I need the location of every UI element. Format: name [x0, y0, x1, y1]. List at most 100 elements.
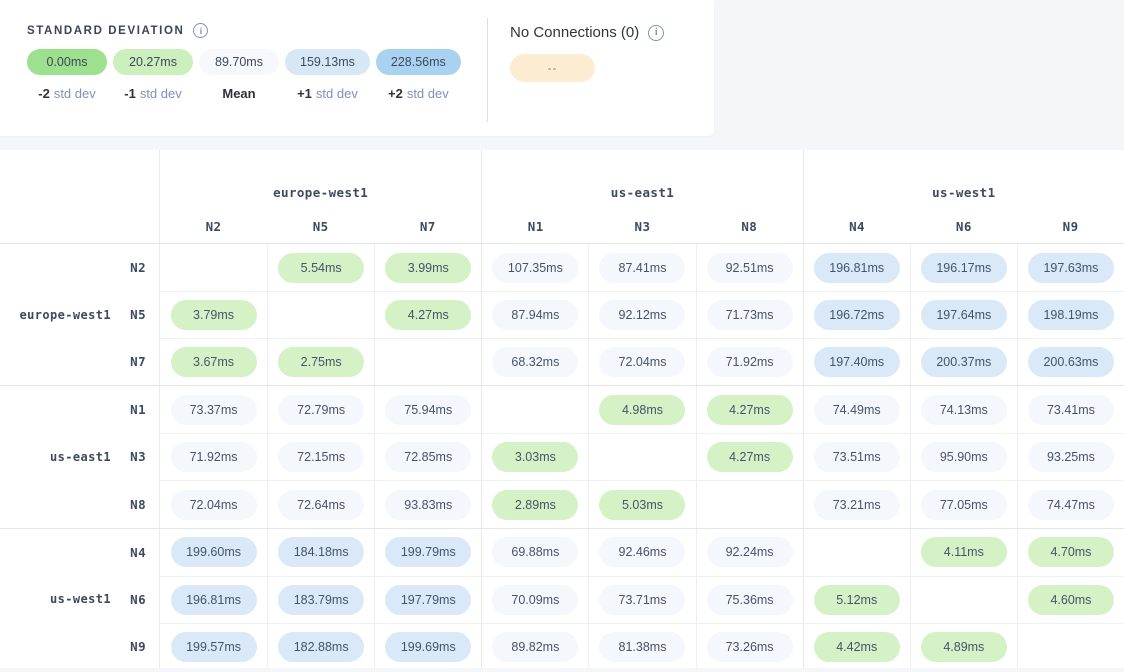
latency-cell[interactable]: 93.83ms [374, 480, 481, 527]
latency-cell[interactable]: 4.42ms [803, 623, 910, 668]
latency-pill[interactable]: 196.17ms [921, 253, 1007, 283]
self-latency-cell[interactable] [910, 576, 1017, 623]
latency-pill[interactable]: 72.04ms [171, 490, 257, 520]
latency-cell[interactable]: 197.64ms [910, 291, 1017, 338]
latency-pill[interactable]: 73.41ms [1028, 395, 1114, 425]
latency-pill[interactable]: 73.21ms [814, 490, 900, 520]
self-latency-cell[interactable] [1017, 623, 1124, 668]
latency-cell[interactable]: 72.04ms [160, 480, 267, 527]
latency-pill[interactable]: 197.40ms [814, 347, 900, 377]
latency-cell[interactable]: 4.60ms [1017, 576, 1124, 623]
latency-cell[interactable]: 71.92ms [696, 338, 803, 385]
latency-pill[interactable]: 199.60ms [171, 537, 257, 567]
latency-pill[interactable]: 81.38ms [599, 632, 685, 662]
latency-cell[interactable]: 73.26ms [696, 623, 803, 668]
latency-pill[interactable]: 182.88ms [278, 632, 364, 662]
latency-cell[interactable]: 72.85ms [374, 433, 481, 480]
latency-cell[interactable]: 93.25ms [1017, 433, 1124, 480]
latency-cell[interactable]: 68.32ms [481, 338, 588, 385]
latency-cell[interactable]: 107.35ms [481, 244, 588, 291]
latency-pill[interactable]: 4.27ms [707, 395, 793, 425]
latency-cell[interactable]: 75.36ms [696, 576, 803, 623]
latency-cell[interactable]: 197.79ms [374, 576, 481, 623]
latency-cell[interactable]: 4.98ms [588, 386, 695, 433]
latency-pill[interactable]: 183.79ms [278, 585, 364, 615]
self-latency-cell[interactable] [803, 529, 910, 576]
latency-cell[interactable]: 87.41ms [588, 244, 695, 291]
latency-cell[interactable]: 77.05ms [910, 480, 1017, 527]
latency-pill[interactable]: 72.85ms [385, 442, 471, 472]
latency-cell[interactable]: 72.15ms [267, 433, 374, 480]
latency-cell[interactable]: 95.90ms [910, 433, 1017, 480]
latency-cell[interactable]: 92.24ms [696, 529, 803, 576]
info-icon[interactable]: i [193, 23, 208, 38]
self-latency-cell[interactable] [160, 244, 267, 291]
latency-cell[interactable]: 89.82ms [481, 623, 588, 668]
latency-pill[interactable]: 197.79ms [385, 585, 471, 615]
latency-cell[interactable]: 183.79ms [267, 576, 374, 623]
latency-pill[interactable]: 75.94ms [385, 395, 471, 425]
latency-cell[interactable]: 73.21ms [803, 480, 910, 527]
latency-cell[interactable]: 92.46ms [588, 529, 695, 576]
latency-pill[interactable]: 196.81ms [171, 585, 257, 615]
latency-cell[interactable]: 73.41ms [1017, 386, 1124, 433]
latency-pill[interactable]: 3.03ms [492, 442, 578, 472]
latency-cell[interactable]: 87.94ms [481, 291, 588, 338]
latency-pill[interactable]: 4.70ms [1028, 537, 1114, 567]
latency-cell[interactable]: 73.71ms [588, 576, 695, 623]
latency-pill[interactable]: 92.12ms [599, 300, 685, 330]
latency-pill[interactable]: 3.67ms [171, 347, 257, 377]
latency-pill[interactable]: 200.37ms [921, 347, 1007, 377]
latency-cell[interactable]: 81.38ms [588, 623, 695, 668]
latency-pill[interactable]: 5.54ms [278, 253, 364, 283]
latency-pill[interactable]: 196.81ms [814, 253, 900, 283]
latency-cell[interactable]: 199.57ms [160, 623, 267, 668]
latency-cell[interactable]: 73.51ms [803, 433, 910, 480]
latency-pill[interactable]: 5.03ms [599, 490, 685, 520]
latency-pill[interactable]: 72.04ms [599, 347, 685, 377]
latency-cell[interactable]: 200.63ms [1017, 338, 1124, 385]
latency-pill[interactable]: 4.27ms [385, 300, 471, 330]
latency-pill[interactable]: 95.90ms [921, 442, 1007, 472]
latency-cell[interactable]: 72.64ms [267, 480, 374, 527]
latency-pill[interactable]: 71.92ms [171, 442, 257, 472]
latency-pill[interactable]: 92.51ms [707, 253, 793, 283]
latency-pill[interactable]: 3.79ms [171, 300, 257, 330]
latency-cell[interactable]: 4.27ms [696, 433, 803, 480]
latency-pill[interactable]: 4.98ms [599, 395, 685, 425]
self-latency-cell[interactable] [588, 433, 695, 480]
latency-pill[interactable]: 72.15ms [278, 442, 364, 472]
latency-cell[interactable]: 197.40ms [803, 338, 910, 385]
latency-pill[interactable]: 199.79ms [385, 537, 471, 567]
latency-cell[interactable]: 74.49ms [803, 386, 910, 433]
latency-cell[interactable]: 4.27ms [374, 291, 481, 338]
latency-cell[interactable]: 196.72ms [803, 291, 910, 338]
latency-cell[interactable]: 3.99ms [374, 244, 481, 291]
latency-cell[interactable]: 72.79ms [267, 386, 374, 433]
latency-pill[interactable]: 107.35ms [492, 253, 578, 283]
latency-pill[interactable]: 197.63ms [1028, 253, 1114, 283]
latency-pill[interactable]: 199.57ms [171, 632, 257, 662]
latency-pill[interactable]: 69.88ms [492, 537, 578, 567]
latency-cell[interactable]: 3.03ms [481, 433, 588, 480]
latency-cell[interactable]: 74.47ms [1017, 480, 1124, 527]
latency-pill[interactable]: 2.89ms [492, 490, 578, 520]
latency-cell[interactable]: 184.18ms [267, 529, 374, 576]
latency-pill[interactable]: 4.27ms [707, 442, 793, 472]
latency-cell[interactable]: 92.51ms [696, 244, 803, 291]
latency-pill[interactable]: 4.42ms [814, 632, 900, 662]
latency-cell[interactable]: 75.94ms [374, 386, 481, 433]
latency-cell[interactable]: 2.89ms [481, 480, 588, 527]
latency-pill[interactable]: 92.24ms [707, 537, 793, 567]
latency-pill[interactable]: 71.92ms [707, 347, 793, 377]
latency-pill[interactable]: 71.73ms [707, 300, 793, 330]
latency-cell[interactable]: 2.75ms [267, 338, 374, 385]
latency-cell[interactable]: 3.79ms [160, 291, 267, 338]
latency-cell[interactable]: 182.88ms [267, 623, 374, 668]
latency-pill[interactable]: 77.05ms [921, 490, 1007, 520]
latency-cell[interactable]: 4.11ms [910, 529, 1017, 576]
latency-pill[interactable]: 74.49ms [814, 395, 900, 425]
latency-pill[interactable]: 73.71ms [599, 585, 685, 615]
latency-pill[interactable]: 196.72ms [814, 300, 900, 330]
self-latency-cell[interactable] [696, 480, 803, 527]
